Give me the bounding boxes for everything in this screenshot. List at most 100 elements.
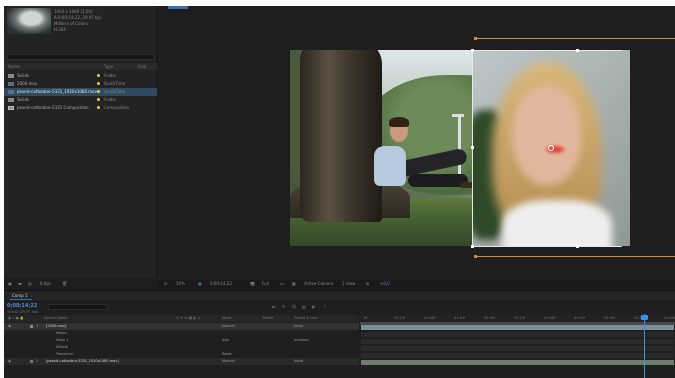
ruler-tick-label: 04:00f [604, 316, 616, 320]
project-item[interactable]: 2000.mov QuickTime [4, 80, 157, 88]
timeline-property-row[interactable]: Transform Reset [4, 351, 359, 358]
new-comp-icon[interactable]: ▤ [28, 281, 32, 286]
footage-person-legs [408, 174, 468, 187]
footage-icon [8, 82, 14, 86]
viewer-active-tab[interactable] [168, 6, 188, 9]
layer-mode-dropdown[interactable]: Normal [222, 324, 235, 328]
layer-name[interactable]: [pexels-cottonbro-5331_1920x1080.mov] [46, 359, 119, 363]
layer-switches-icon[interactable]: ⚙ ✦ fx ▦ ◐ ◎ [176, 316, 200, 320]
bpc-label[interactable]: 8 bpc [40, 281, 51, 286]
project-item-type: Folder [104, 73, 117, 78]
timeline-search-input[interactable] [48, 304, 108, 310]
label-color-swatch[interactable] [97, 90, 100, 93]
always-preview-icon[interactable]: ⟳ [164, 281, 167, 286]
transform-handle[interactable] [576, 49, 579, 52]
col-type[interactable]: Type [104, 64, 113, 69]
footage-info: 1920 x 1080 (1.00) Δ 0;00;14;22, 29.97 f… [54, 9, 101, 33]
tab-comp[interactable]: Comp 1 [12, 293, 28, 298]
timeline-current-time[interactable]: 0;00;14;22 [7, 303, 37, 309]
motion-blur-icon[interactable]: ◐ [312, 304, 316, 309]
col-parent[interactable]: Parent & Link [294, 316, 317, 320]
label-color-swatch[interactable] [97, 82, 100, 85]
property-name[interactable]: Masks [56, 331, 67, 335]
layer-duration-bar[interactable] [361, 325, 674, 330]
time-ruler[interactable]: 0f 00:15f 01:00f 01:15f 02:00f 02:15f 03:00f 03… [360, 314, 675, 322]
layer-label-swatch[interactable] [30, 360, 33, 363]
camera-dropdown[interactable]: Active Camera [304, 281, 333, 286]
col-trkmat[interactable]: TrkMat [262, 316, 274, 320]
project-item[interactable]: Solids Folder [4, 72, 157, 80]
ruler-tick-label: 01:15f [454, 316, 466, 320]
property-track [361, 353, 674, 358]
region-of-interest-icon[interactable]: ▭ [280, 281, 284, 286]
col-mode[interactable]: Mode [222, 316, 232, 320]
graph-editor-icon[interactable]: ⌇ [324, 304, 326, 309]
visibility-eye-icon[interactable]: ◉ [8, 324, 11, 328]
timeline-layer-row[interactable]: ◉ 1 [2000.mov] Normal None [4, 323, 359, 330]
current-time[interactable]: 0;00;14;22 [210, 281, 232, 286]
timeline-property-row[interactable]: Mask 1 Add Inverted [4, 337, 359, 344]
timeline-property-row[interactable]: Masks [4, 330, 359, 337]
shy-icon[interactable]: ☺ [292, 304, 296, 309]
snapshot-icon[interactable]: 📷 [250, 281, 255, 286]
delete-icon[interactable]: 🗑 [62, 281, 67, 286]
playhead-line[interactable] [644, 314, 645, 378]
label-color-swatch[interactable] [97, 98, 100, 101]
layer-duration-bar[interactable] [361, 360, 674, 365]
layer-mode-dropdown[interactable]: Add [222, 338, 229, 342]
label-color-swatch[interactable] [97, 106, 100, 109]
property-name[interactable]: Effects [56, 345, 68, 349]
timeline-property-row[interactable]: Effects [4, 344, 359, 351]
mask-path-top[interactable] [476, 38, 675, 39]
fit-icon[interactable]: ▦ [198, 281, 202, 286]
col-name[interactable]: Name [8, 64, 20, 69]
frame-blending-icon[interactable]: ▤ [302, 304, 306, 309]
av-switches-icon[interactable]: ◉ ♪ ● 🔒 [8, 316, 24, 320]
transform-handle[interactable] [471, 245, 474, 248]
footage-info-line: H.264 [54, 27, 66, 32]
exposure-value[interactable]: +0.0 [380, 281, 390, 286]
interpret-footage-icon[interactable]: ▣ [8, 281, 12, 286]
mask-vertex[interactable] [474, 255, 477, 258]
transparency-grid-icon[interactable]: ▩ [292, 281, 296, 286]
project-item-name: Solids [17, 97, 29, 102]
layer-parent-dropdown[interactable]: Inverted [294, 338, 309, 342]
grid-guides-icon[interactable]: ⊞ [366, 281, 369, 286]
project-search-input[interactable] [7, 54, 155, 60]
composition-viewer[interactable] [158, 6, 675, 278]
views-dropdown[interactable]: 1 View [342, 281, 355, 286]
playhead-handle-icon[interactable] [641, 315, 648, 320]
layer-mode-dropdown[interactable]: Normal [222, 359, 235, 363]
footage-person-shirt [374, 146, 406, 186]
composition-canvas[interactable] [290, 50, 630, 246]
transform-handle[interactable] [576, 245, 579, 248]
timeline-layer-row[interactable]: ◉ 2 [pexels-cottonbro-5331_1920x1080.mov] N… [4, 358, 359, 365]
anchor-point-icon[interactable] [548, 145, 554, 151]
layer-label-swatch[interactable] [30, 325, 33, 328]
resolution-dropdown[interactable]: Full [262, 281, 269, 286]
property-name[interactable]: Transform [56, 352, 73, 356]
new-folder-icon[interactable]: ▬ [18, 281, 22, 286]
draft-3d-icon[interactable]: ✎ [282, 304, 285, 309]
project-item[interactable]: pexels-cottonbro-5331 Composition Composi… [4, 104, 157, 112]
property-name[interactable]: Mask 1 [56, 338, 68, 342]
timeline-column-header: ◉ ♪ ● 🔒 Source Name ⚙ ✦ fx ▦ ◐ ◎ Mode Tr… [4, 315, 359, 322]
layer-parent-dropdown[interactable]: None [294, 324, 303, 328]
layer-parent-dropdown[interactable]: None [294, 359, 303, 363]
col-source-name[interactable]: Source Name [44, 316, 67, 320]
label-color-swatch[interactable] [97, 74, 100, 77]
timeline-tab-bar: Comp 1 [4, 291, 675, 300]
project-item[interactable]: pexels-cottonbro-5331_1920x1080.mov Quick… [4, 88, 157, 96]
visibility-eye-icon[interactable]: ◉ [8, 359, 11, 363]
project-panel: 1920 x 1080 (1.00) Δ 0;00;14;22, 29.97 f… [4, 6, 157, 286]
transform-handle[interactable] [471, 49, 474, 52]
col-size[interactable]: Size [138, 64, 146, 69]
mask-vertex[interactable] [474, 37, 477, 40]
transform-handle[interactable] [471, 146, 474, 149]
mask-path-bottom[interactable] [476, 256, 675, 257]
layer-mode-dropdown[interactable]: Reset [222, 352, 232, 356]
project-item[interactable]: Solids Folder [4, 96, 157, 104]
zoom-dropdown[interactable]: 50% [176, 281, 185, 286]
layer-name[interactable]: [2000.mov] [46, 324, 66, 328]
comp-flowchart-icon[interactable]: ⇄ [272, 304, 275, 309]
